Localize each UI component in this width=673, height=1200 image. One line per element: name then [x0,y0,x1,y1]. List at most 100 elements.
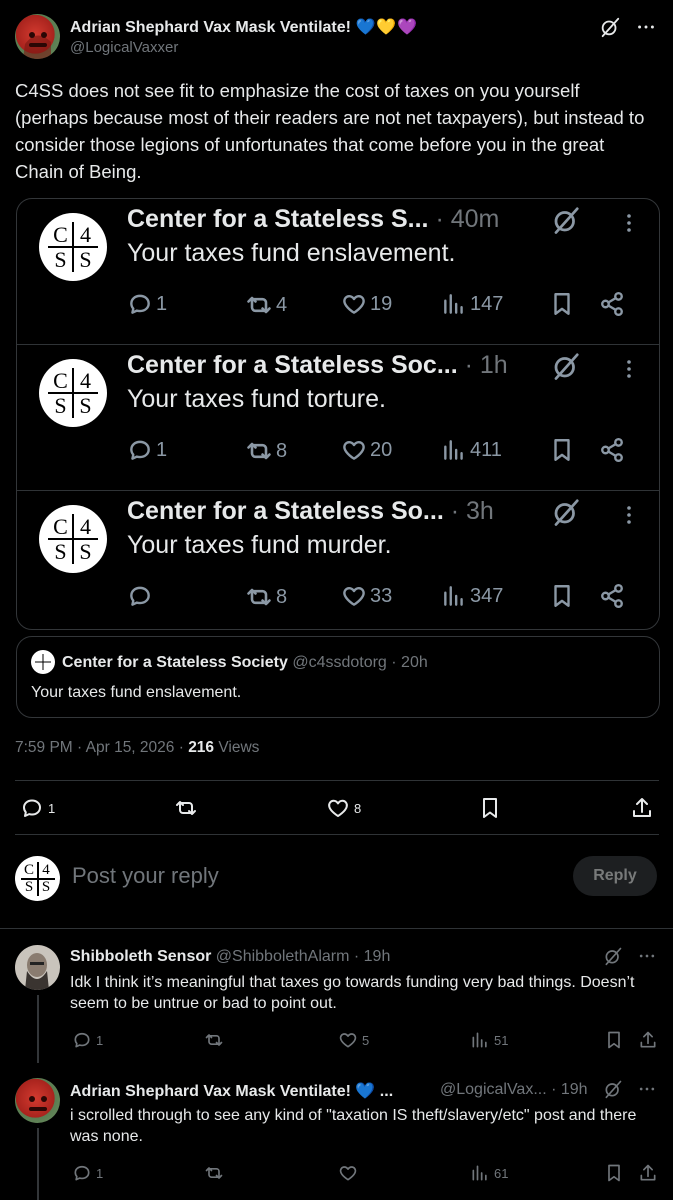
reply-author[interactable]: Adrian Shephard Vax Mask Ventilate! 💙 ..… [70,1081,393,1101]
image-post: C 4 S S Center for a Stateless So... · 3… [17,491,659,630]
post-author: Center for a Stateless Soc... · 1h [127,351,508,380]
share-icon [599,437,625,463]
share-stat [599,291,625,317]
post-actions: 1 8 20 411 [17,437,659,467]
repost-count: 8 [276,439,288,462]
tweet-text: C4SS does not see fit to emphasize the c… [15,80,645,182]
heart-emojis: 💙💛💜 [355,19,419,36]
more-icon[interactable] [635,16,657,38]
share-button[interactable] [638,1163,658,1183]
logo-letter: S [79,539,92,564]
repost-icon [245,437,273,465]
repost-icon [245,583,273,611]
thread-line [37,995,39,1063]
reply-count: 1 [156,292,168,315]
share-icon [638,1030,658,1050]
bookmark-button[interactable] [478,796,502,820]
reply-avatar[interactable] [15,1078,60,1123]
reply-header-actions [603,946,657,966]
like-stat: 33 [341,583,392,609]
post-time: · 1h [457,351,508,379]
repost-icon [204,1030,224,1050]
views-icon [470,1030,490,1050]
views-count: 61 [494,1165,509,1181]
repost-icon [174,796,198,820]
repost-button[interactable] [174,796,198,820]
views-button[interactable]: 61 [470,1163,508,1183]
quote-avatar [31,650,55,674]
bookmark-stat [549,437,575,463]
bookmark-icon [549,583,575,609]
more-icon[interactable] [637,946,657,966]
c4ss-logo: C 4 S S [39,213,107,281]
bookmark-button[interactable] [604,1163,624,1183]
like-count: 8 [354,800,362,816]
reply-stat [127,583,156,609]
reply-submit-button[interactable]: Reply [573,856,657,896]
more-icon [617,357,641,381]
reply-avatar[interactable] [15,945,60,990]
share-stat [599,583,625,609]
views-icon [441,437,467,463]
author-name[interactable]: Adrian Shephard Vax Mask Ventilate! 💙💛💜 [70,17,418,37]
views-count: 411 [470,438,502,461]
like-count: 33 [370,584,393,607]
reply-icon [127,583,153,609]
post-actions: 8 33 347 [17,583,659,613]
grok-icon[interactable] [603,946,623,966]
post-time: · 40m [428,205,500,233]
share-icon [599,291,625,317]
views-count: 347 [470,584,504,607]
reply-icon [20,796,44,820]
reply-icon [127,291,153,317]
like-button[interactable]: 8 [326,796,361,820]
bookmark-icon [549,291,575,317]
author-avatar[interactable] [15,14,60,59]
post-text: Your taxes fund murder. [127,531,392,559]
like-count: 5 [362,1032,370,1048]
grok-icon[interactable] [603,1079,623,1099]
share-stat [599,437,625,463]
repost-button[interactable] [204,1030,228,1050]
reply-header-actions [603,1079,657,1099]
views-button[interactable]: 51 [470,1030,508,1050]
more-icon [617,211,641,235]
quote-author-name: Center for a Stateless Society [62,654,288,671]
repost-count: 4 [276,293,288,316]
reply-button[interactable]: 1 [72,1030,103,1050]
post-author-name: Center for a Stateless S... [127,205,429,233]
like-count: 19 [370,292,393,315]
share-icon [599,583,625,609]
like-icon [341,291,367,317]
like-button[interactable] [338,1163,362,1183]
bookmark-button[interactable] [604,1030,624,1050]
reply-button[interactable]: 1 [20,796,55,820]
timestamp-text: 7:59 PM · Apr 15, 2026 · [15,739,189,756]
logo-letter: C [53,514,68,539]
quoted-tweet[interactable]: Center for a Stateless Society @c4ssdoto… [16,636,660,718]
share-button[interactable] [638,1030,658,1050]
post-actions: 1 4 19 147 [17,291,659,321]
quote-author: Center for a Stateless Society @c4ssdoto… [62,654,428,672]
c4ss-logo: C 4 S S [39,359,107,427]
views-label: Views [214,739,260,756]
reply-count: 1 [156,438,168,461]
image-post: C 4 S S Center for a Stateless Soc... · … [17,345,659,491]
like-count: 20 [370,438,393,461]
share-icon [638,1163,658,1183]
reply-input[interactable]: Post your reply [72,863,219,889]
bookmark-icon [604,1163,624,1183]
share-button[interactable] [630,796,654,820]
post-text: Your taxes fund enslavement. [127,239,456,267]
reply-author[interactable]: Shibboleth Sensor @ShibbolethAlarm · 19h [70,948,390,966]
more-icon[interactable] [637,1079,657,1099]
share-icon [630,796,654,820]
repost-button[interactable] [204,1163,228,1183]
tweet-header-actions [599,16,657,38]
author-handle[interactable]: @LogicalVaxxer [70,39,178,56]
like-button[interactable]: 5 [338,1030,369,1050]
logo-letter: C [23,861,34,878]
reply-button[interactable]: 1 [72,1163,103,1183]
grok-icon[interactable] [599,16,621,38]
attached-image[interactable]: C 4 S S Center for a Stateless S... · 40… [16,198,660,630]
